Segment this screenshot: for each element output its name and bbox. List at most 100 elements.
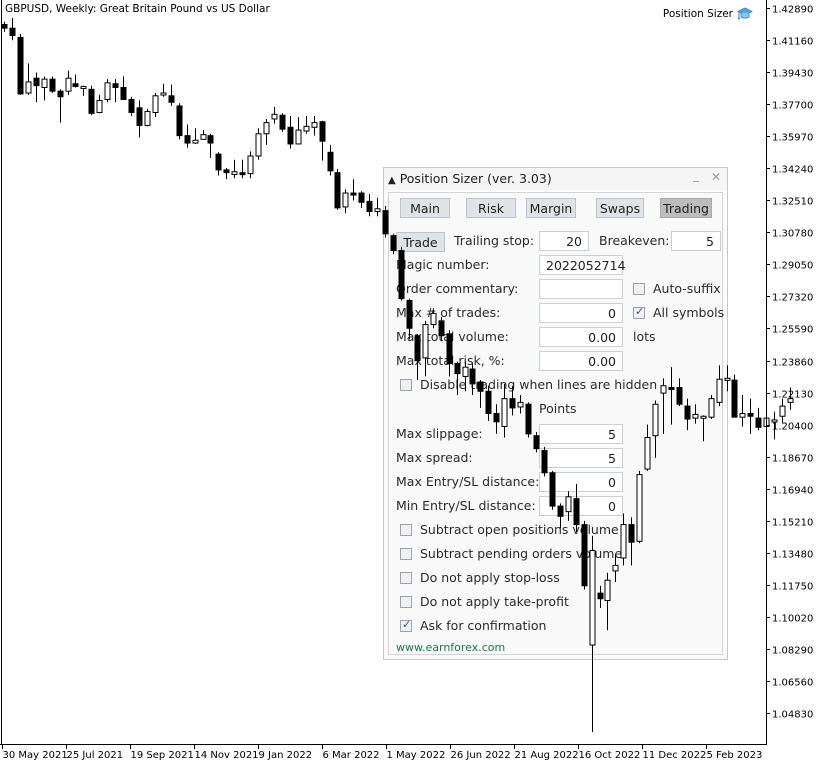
y-ticks-group: 1.42890 1.41160 1.39430 1.37700 1.35970 1.342… (766, 5, 813, 721)
candle (239, 159, 246, 179)
close-button[interactable]: ✕ (711, 170, 721, 184)
candle-body-bull (65, 77, 72, 92)
y-tick-label: 1.25590 (772, 325, 813, 336)
position-sizer-panel: ▲ Position Sizer (ver. 3.03) _ ✕ Main Ri… (383, 167, 728, 660)
candle-body-bull (192, 139, 199, 144)
disable-trading-checkbox[interactable] (400, 379, 412, 391)
auto-suffix-checkbox[interactable] (633, 283, 645, 295)
tab-main[interactable]: Main (400, 198, 450, 218)
y-tick-label: 1.23860 (772, 358, 813, 369)
minimize-button[interactable]: _ (693, 168, 699, 182)
x-tick-label: 16 Oct 2022 (579, 750, 641, 761)
candle-body-bear (33, 77, 40, 87)
y-tick-label: 1.10020 (772, 614, 813, 625)
trade-button[interactable]: Trade (396, 232, 445, 252)
candle-body-bull (271, 113, 278, 120)
website-link[interactable]: www.earnforex.com (396, 641, 505, 654)
candle (80, 85, 87, 96)
candle-body-bear (49, 78, 56, 92)
no-take-profit-checkbox[interactable] (400, 596, 412, 608)
magic-number-label: Magic number: (396, 257, 490, 272)
y-tick-label: 1.42890 (772, 5, 813, 16)
candle (9, 18, 16, 41)
candle-body-bull (231, 171, 238, 176)
collapse-triangle-icon[interactable]: ▲ (388, 175, 396, 186)
candle-body-bear (747, 412, 754, 417)
graduation-cap-icon (737, 7, 753, 20)
candle (184, 124, 191, 148)
candle (263, 118, 270, 145)
no-stop-loss-checkbox[interactable] (400, 572, 412, 584)
candle-body-bear (57, 90, 64, 98)
candle-body-bear (327, 151, 334, 172)
points-header: Points (539, 401, 577, 416)
max-volume-input[interactable]: 0.00 (539, 327, 623, 347)
max-spread-label: Max spread: (396, 450, 473, 465)
trailing-stop-input[interactable]: 20 (539, 231, 589, 251)
chart-title: GBPUSD, Weekly: Great Britain Pound vs U… (5, 3, 270, 15)
tab-swaps[interactable]: Swaps (596, 198, 644, 218)
candle-body-bull (779, 405, 786, 417)
all-symbols-checkbox[interactable] (633, 305, 645, 319)
candle-body-bear (334, 172, 341, 209)
candle-body-bull (144, 111, 151, 126)
min-entry-sl-input[interactable]: 0 (539, 496, 623, 516)
tab-risk[interactable]: Risk (466, 198, 516, 218)
max-trades-label: Max # of trades: (396, 305, 501, 320)
max-trades-input[interactable]: 0 (539, 303, 623, 323)
candle (96, 94, 103, 114)
candle-body-bear (731, 379, 738, 418)
max-spread-input[interactable]: 5 (539, 448, 623, 468)
candle-body-bear (120, 86, 127, 101)
candle (747, 398, 754, 434)
max-risk-input[interactable]: 0.00 (539, 351, 623, 371)
panel-header[interactable]: ▲ Position Sizer (ver. 3.03) _ ✕ (384, 168, 727, 190)
breakeven-label: Breakeven: (599, 233, 670, 248)
candle (231, 159, 238, 179)
candle (295, 117, 302, 145)
y-tick-label: 1.29050 (772, 261, 813, 272)
candle (334, 168, 341, 210)
candle (65, 70, 72, 95)
candle (279, 113, 286, 132)
max-slippage-label: Max slippage: (396, 426, 483, 441)
y-tick-label: 1.16940 (772, 486, 813, 497)
max-slippage-input[interactable]: 5 (539, 424, 623, 444)
x-tick-label: 9 Jan 2022 (259, 750, 313, 761)
subtract-pending-orders-checkbox[interactable] (400, 548, 412, 560)
candle (342, 189, 349, 214)
candle (350, 179, 357, 201)
order-commentary-input[interactable] (539, 279, 623, 299)
y-tick-label: 1.41160 (772, 37, 813, 48)
tab-trading[interactable]: Trading (660, 198, 712, 218)
max-entry-sl-input[interactable]: 0 (539, 472, 623, 492)
y-tick-label: 1.18670 (772, 454, 813, 465)
candle (755, 407, 762, 431)
subtract-open-positions-checkbox[interactable] (400, 524, 412, 536)
candle-body-bear (755, 417, 762, 428)
x-ticks-group: 30 May 202125 Jul 2021 19 Sep 2021 14 Nov … (2, 744, 762, 761)
y-tick-label: 1.30780 (772, 229, 813, 240)
breakeven-input[interactable]: 5 (671, 231, 721, 251)
ask-confirmation-checkbox[interactable] (400, 618, 412, 632)
candle (72, 74, 79, 88)
x-tick-label: 19 Sep 2021 (131, 750, 194, 761)
candle-body-bull (374, 208, 381, 213)
candle-body-bear (358, 192, 365, 203)
disable-trading-label: Disable trading when lines are hidden (420, 377, 658, 392)
y-tick-label: 1.08290 (772, 646, 813, 657)
candle (207, 133, 214, 158)
indicator-label[interactable]: Position Sizer (663, 7, 753, 21)
candle-body-bull (104, 82, 111, 101)
candle (112, 79, 119, 103)
candle-body-bull (342, 192, 349, 208)
candle (223, 168, 230, 180)
min-entry-sl-label: Min Entry/SL distance: (396, 498, 536, 513)
tab-margin[interactable]: Margin (526, 198, 576, 218)
candle (88, 85, 95, 116)
candle-body-bear (223, 169, 230, 174)
candle (104, 79, 111, 103)
magic-number-input[interactable]: 2022052714 (539, 255, 626, 275)
candle-body-bear (1, 23, 8, 29)
y-tick-label: 1.34240 (772, 165, 813, 176)
